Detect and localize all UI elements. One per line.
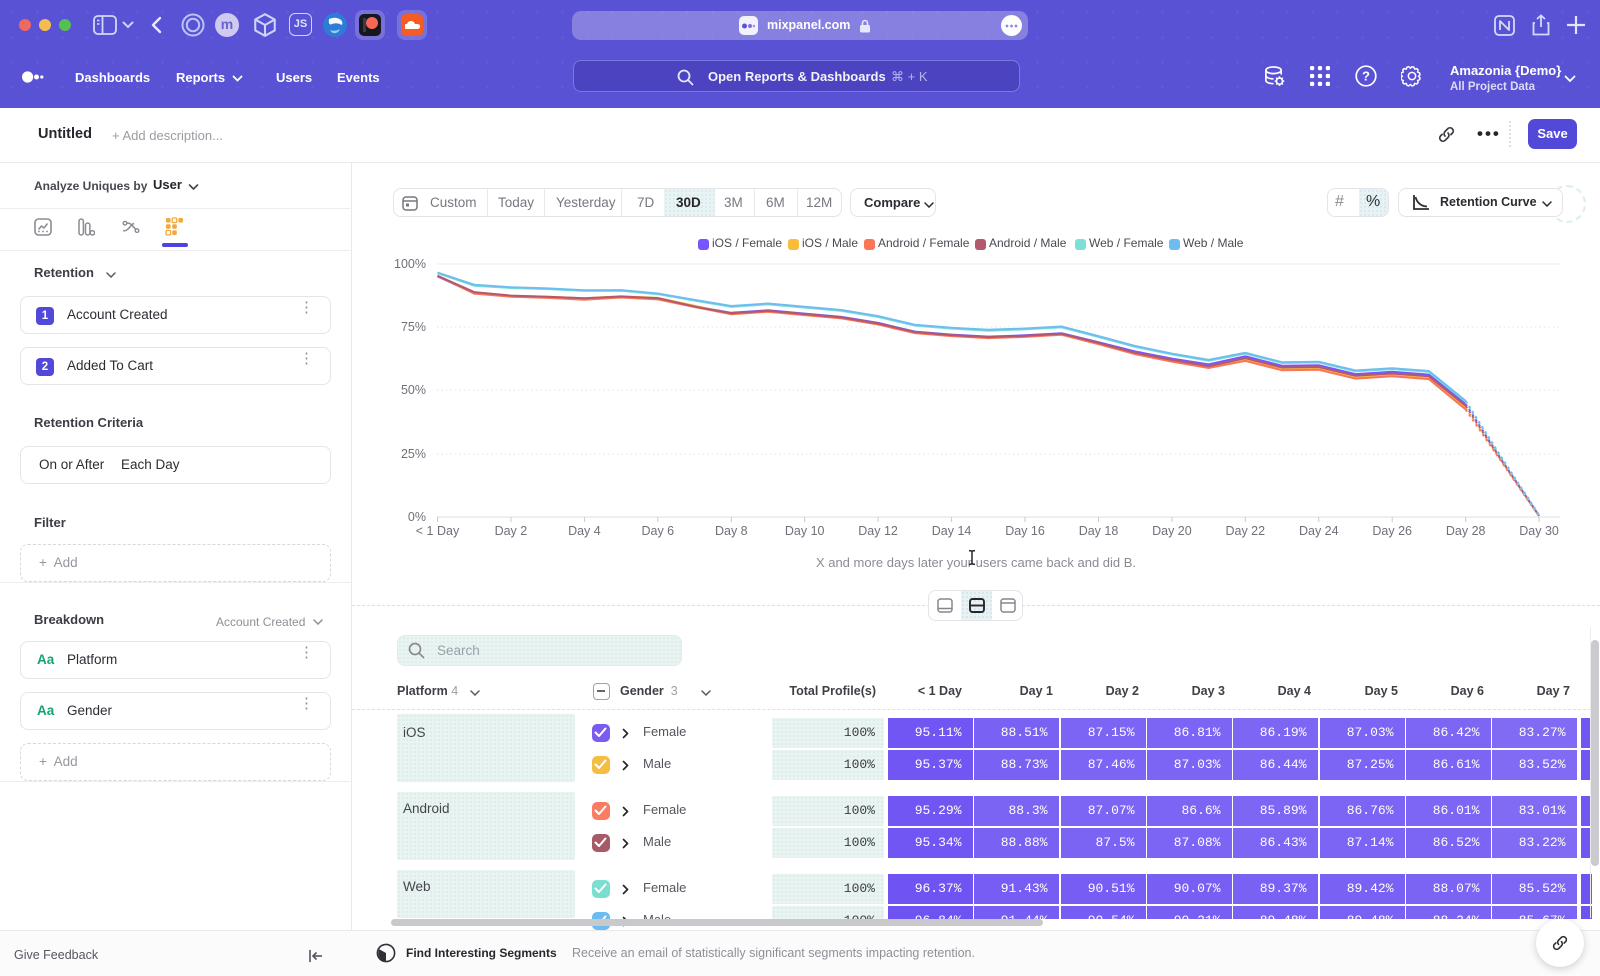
- svg-text:100%: 100%: [394, 257, 426, 271]
- svg-text:Day 8: Day 8: [715, 524, 748, 538]
- svg-text:Day 22: Day 22: [1225, 524, 1265, 538]
- svg-text:Day 2: Day 2: [495, 524, 528, 538]
- svg-text:Day 18: Day 18: [1079, 524, 1119, 538]
- svg-text:Day 12: Day 12: [858, 524, 898, 538]
- svg-text:< 1 Day: < 1 Day: [416, 524, 460, 538]
- svg-text:?: ?: [1362, 69, 1370, 84]
- svg-text:Day 26: Day 26: [1372, 524, 1412, 538]
- svg-text:Day 20: Day 20: [1152, 524, 1192, 538]
- svg-text:50%: 50%: [401, 383, 426, 397]
- svg-text:Day 30: Day 30: [1519, 524, 1559, 538]
- svg-text:0%: 0%: [408, 510, 426, 524]
- svg-text:Day 6: Day 6: [641, 524, 674, 538]
- svg-text:Day 14: Day 14: [932, 524, 972, 538]
- svg-text:Day 28: Day 28: [1446, 524, 1486, 538]
- svg-text:25%: 25%: [401, 447, 426, 461]
- svg-text:75%: 75%: [401, 320, 426, 334]
- svg-text:Day 10: Day 10: [785, 524, 825, 538]
- svg-text:Day 4: Day 4: [568, 524, 601, 538]
- svg-text:Day 24: Day 24: [1299, 524, 1339, 538]
- svg-text:Day 16: Day 16: [1005, 524, 1045, 538]
